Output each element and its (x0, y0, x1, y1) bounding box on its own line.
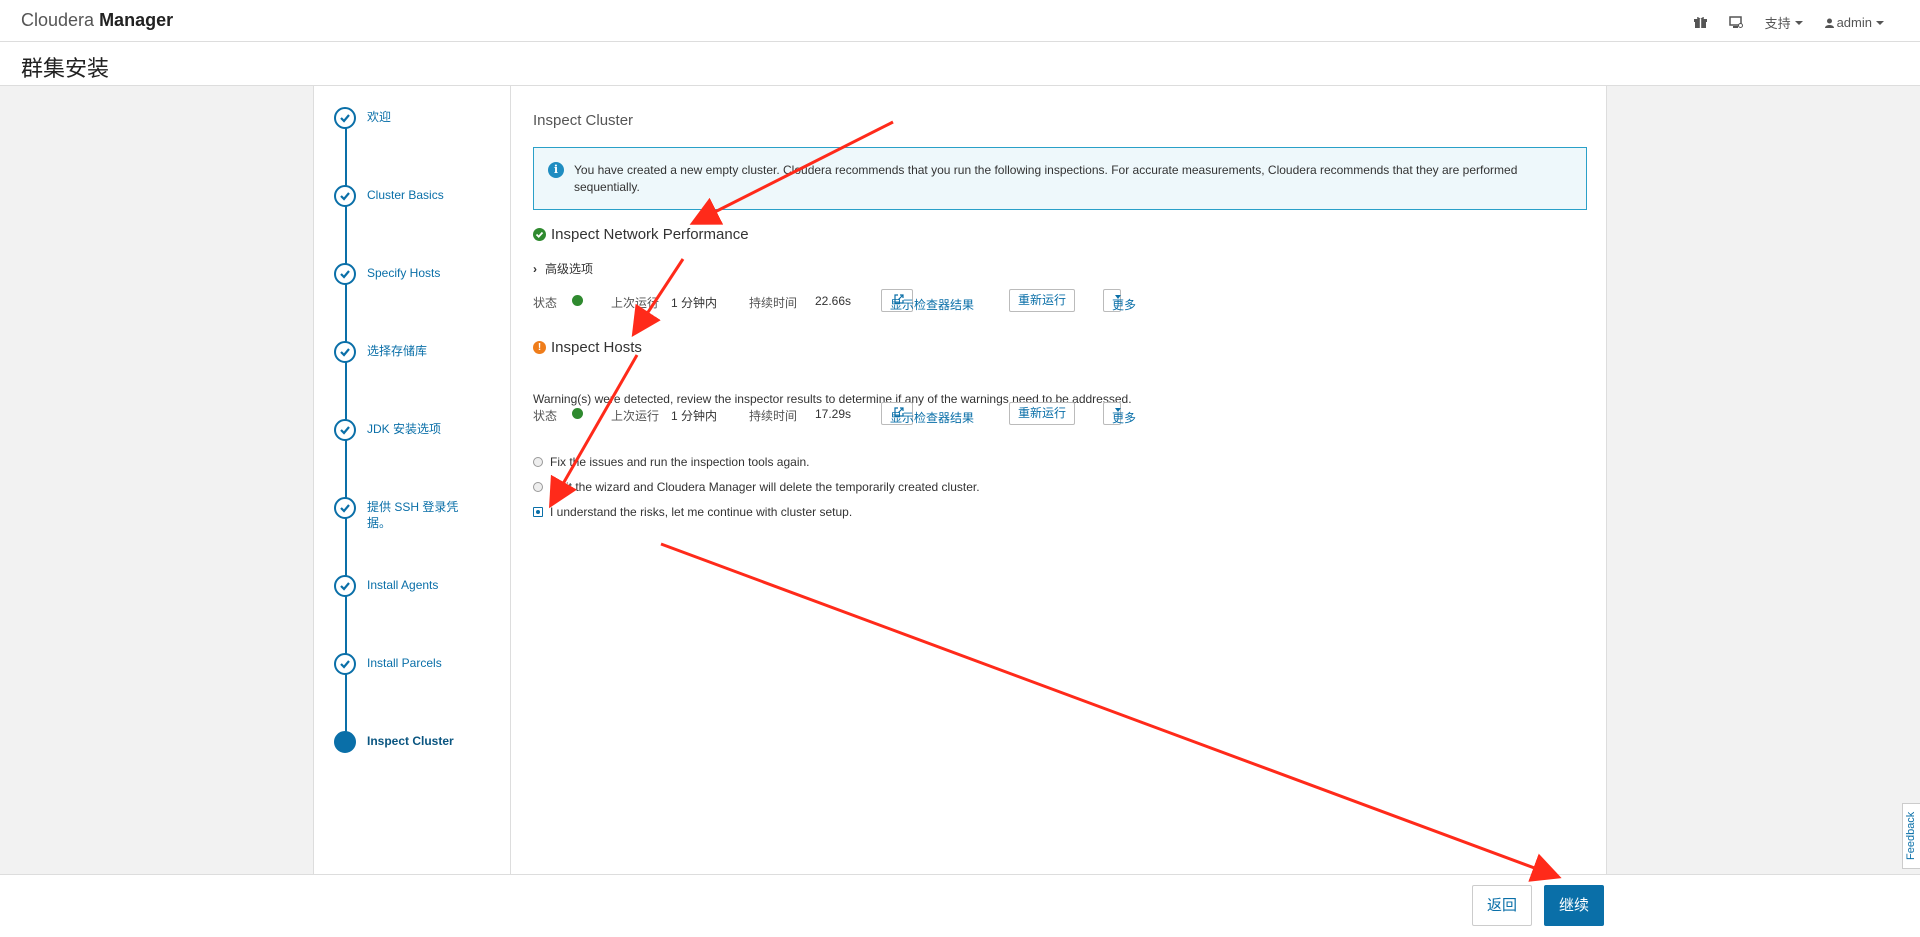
top-nav: 支持 admin (1672, 13, 1884, 32)
success-check-icon (533, 228, 546, 241)
step-cluster-basics[interactable]: Cluster Basics (334, 185, 504, 207)
last-run-value: 1 分钟内 (671, 409, 718, 423)
option-label: I understand the risks, let me continue … (550, 505, 853, 519)
advanced-options-toggle[interactable]: › 高级选项 (533, 260, 593, 277)
info-alert: i You have created a new empty cluster. … (533, 147, 1587, 210)
gift-icon[interactable] (1693, 16, 1707, 29)
show-results-button[interactable]: 显示检查器结果 (881, 289, 974, 312)
step-label: 提供 SSH 登录凭据。 (367, 500, 459, 530)
user-icon (1824, 18, 1834, 28)
step-label: 欢迎 (367, 110, 392, 124)
check-icon (334, 419, 356, 441)
option-quit-wizard[interactable]: Quit the wizard and Cloudera Manager wil… (533, 480, 980, 494)
page-header: 群集安装 (0, 42, 1920, 86)
check-icon (334, 185, 356, 207)
check-icon (334, 497, 356, 519)
monitor-icon[interactable] (1728, 16, 1743, 29)
top-navbar: Cloudera Manager 支持 admin (0, 0, 1920, 42)
step-install-parcels[interactable]: Install Parcels (334, 653, 504, 675)
step-label: JDK 安装选项 (367, 422, 442, 436)
current-step-icon (334, 731, 356, 753)
show-results-label: 显示检查器结果 (890, 298, 975, 312)
check-icon (334, 653, 356, 675)
alert-text: You have created a new empty cluster. Cl… (574, 163, 1518, 194)
option-label: Fix the issues and run the inspection to… (550, 455, 810, 469)
section-title: Inspect Cluster (533, 112, 634, 129)
more-dropdown[interactable]: 更多 (1103, 402, 1136, 425)
continue-button[interactable]: 继续 (1544, 885, 1605, 926)
user-menu[interactable]: admin (1824, 15, 1884, 30)
rerun-button[interactable]: 重新运行 (1009, 402, 1076, 425)
brand-logo[interactable]: Cloudera Manager (21, 10, 173, 31)
rerun-button[interactable]: 重新运行 (1009, 289, 1076, 312)
step-welcome[interactable]: 欢迎 (334, 107, 504, 129)
check-icon (334, 107, 356, 129)
brand-name-light: Cloudera (21, 10, 95, 30)
check-icon (334, 263, 356, 285)
info-icon: i (548, 162, 564, 178)
duration-label: 持续时间 (749, 296, 798, 310)
step-jdk-options[interactable]: JDK 安装选项 (334, 419, 504, 441)
step-ssh-credentials[interactable]: 提供 SSH 登录凭据。 (334, 497, 504, 531)
support-label: 支持 (1764, 16, 1791, 31)
success-check-icon (572, 295, 583, 306)
hosts-title-text: Inspect Hosts (551, 339, 642, 356)
wizard-steps: 欢迎 Cluster Basics Specify Hosts 选择存储库 JD… (314, 86, 511, 874)
show-results-button[interactable]: 显示检查器结果 (881, 402, 974, 425)
user-label: admin (1836, 15, 1872, 30)
radio-button[interactable] (533, 457, 543, 467)
step-select-repository[interactable]: 选择存储库 (334, 341, 504, 363)
step-label: Specify Hosts (367, 266, 441, 280)
status-label: 状态 (533, 409, 558, 423)
warning-icon: ! (533, 341, 546, 354)
back-button[interactable]: 返回 (1472, 885, 1533, 926)
chevron-down-icon (1115, 295, 1121, 299)
last-run-value: 1 分钟内 (671, 296, 718, 310)
option-fix-issues[interactable]: Fix the issues and run the inspection to… (533, 455, 810, 469)
step-label: Install Parcels (367, 656, 442, 670)
last-run-label: 上次运行 (611, 296, 660, 310)
radio-button-selected[interactable] (533, 507, 543, 517)
check-icon (334, 341, 356, 363)
brand-name-bold: Manager (99, 10, 174, 30)
network-title-text: Inspect Network Performance (551, 226, 749, 243)
chevron-right-icon: › (533, 261, 537, 276)
check-icon (334, 575, 356, 597)
step-label: 选择存储库 (367, 344, 428, 358)
chevron-down-icon (1115, 408, 1121, 412)
success-check-icon (572, 408, 583, 419)
duration-value: 22.66s (815, 294, 852, 308)
feedback-tab[interactable]: Feedback (1902, 803, 1920, 869)
hosts-inspection-title: ! Inspect Hosts (533, 339, 642, 356)
step-label: Install Agents (367, 578, 439, 592)
option-label: Quit the wizard and Cloudera Manager wil… (550, 480, 980, 494)
network-inspection-title: Inspect Network Performance (533, 226, 749, 243)
main-panel: Inspect Cluster i You have created a new… (511, 86, 1606, 874)
step-inspect-cluster[interactable]: Inspect Cluster (334, 731, 504, 753)
radio-button[interactable] (533, 482, 543, 492)
status-label: 状态 (533, 296, 558, 310)
last-run-label: 上次运行 (611, 409, 660, 423)
step-specify-hosts[interactable]: Specify Hosts (334, 263, 504, 285)
chevron-down-icon (1876, 20, 1884, 25)
duration-value: 17.29s (815, 407, 852, 421)
step-label: Cluster Basics (367, 188, 444, 202)
show-results-label: 显示检查器结果 (890, 411, 975, 425)
wizard-footer: 返回 继续 (0, 874, 1920, 937)
more-dropdown[interactable]: 更多 (1103, 289, 1136, 312)
advanced-options-label: 高级选项 (545, 262, 594, 276)
feedback-label: Feedback (1905, 811, 1917, 860)
duration-label: 持续时间 (749, 409, 798, 423)
step-label: Inspect Cluster (367, 734, 454, 748)
option-continue-setup[interactable]: I understand the risks, let me continue … (533, 505, 852, 519)
wizard-container: 欢迎 Cluster Basics Specify Hosts 选择存储库 JD… (313, 86, 1607, 874)
support-menu[interactable]: 支持 (1765, 13, 1803, 32)
step-install-agents[interactable]: Install Agents (334, 575, 504, 597)
chevron-down-icon (1794, 20, 1803, 25)
page-title: 群集安装 (21, 56, 110, 81)
